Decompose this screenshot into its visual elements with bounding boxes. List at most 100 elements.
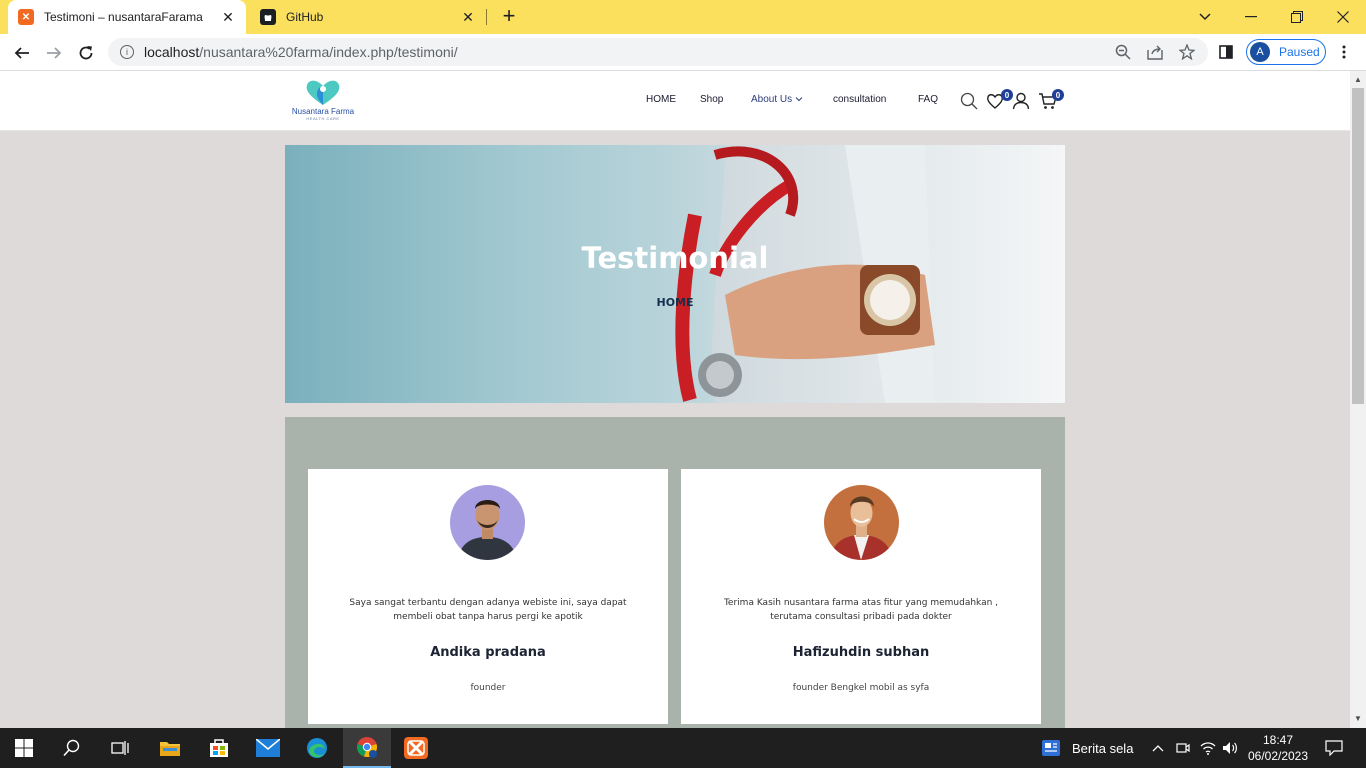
mail-icon — [256, 739, 280, 757]
chevron-up-icon — [1152, 745, 1164, 752]
close-icon[interactable]: ✕ — [460, 9, 476, 25]
mail-button[interactable] — [244, 728, 292, 768]
new-tab-button[interactable]: + — [497, 5, 521, 29]
scroll-down-arrow-icon[interactable]: ▼ — [1354, 714, 1362, 723]
share-icon[interactable] — [1146, 43, 1164, 61]
testimonial-avatar — [824, 485, 899, 560]
address-bar[interactable]: i localhost/nusantara%20farma/index.php/… — [108, 38, 1208, 66]
network-button[interactable] — [1200, 728, 1216, 768]
testimonial-avatar — [450, 485, 525, 560]
xampp-button[interactable] — [392, 728, 440, 768]
heart-logo-icon — [306, 80, 340, 105]
close-icon[interactable]: ✕ — [220, 9, 236, 25]
minimize-button[interactable] — [1228, 0, 1274, 34]
tab-testimoni[interactable]: ✕ Testimoni – nusantaraFarama ✕ — [8, 0, 246, 34]
cart-count-badge: 0 — [1052, 89, 1064, 101]
url-host: localhost — [144, 44, 200, 60]
github-icon — [260, 9, 276, 25]
profile-status: Paused — [1279, 45, 1320, 59]
scroll-up-arrow-icon[interactable]: ▲ — [1354, 75, 1362, 84]
nav-consultation[interactable]: consultation — [833, 94, 886, 108]
browser-toolbar: i localhost/nusantara%20farma/index.php/… — [0, 34, 1366, 71]
tray-overflow-button[interactable] — [1152, 728, 1164, 768]
reload-button[interactable] — [73, 40, 99, 66]
testimonials-section: Saya sangat terbantu dengan adanya webis… — [285, 417, 1065, 728]
url-path: /nusantara%20farma/index.php/testimoni/ — [199, 44, 458, 60]
restore-button[interactable] — [1274, 0, 1320, 34]
more-menu-icon[interactable] — [1335, 43, 1353, 61]
nav-home[interactable]: HOME — [646, 94, 676, 108]
file-explorer-button[interactable] — [146, 728, 194, 768]
news-widget[interactable]: Berita sela — [1042, 728, 1133, 768]
meet-now-button[interactable] — [1176, 728, 1190, 768]
testimonial-card: Saya sangat terbantu dengan adanya webis… — [308, 469, 668, 724]
speaker-icon — [1223, 742, 1237, 754]
side-panel-icon[interactable] — [1217, 43, 1235, 61]
news-icon — [1042, 740, 1060, 756]
hero-banner: Testimonial HOME — [285, 145, 1065, 403]
taskbar-clock[interactable]: 18:47 06/02/2023 — [1242, 732, 1314, 764]
site-info-icon[interactable]: i — [120, 45, 134, 59]
taskbar-search-button[interactable] — [48, 728, 96, 768]
camera-icon — [1176, 743, 1190, 753]
xampp-icon — [404, 737, 428, 759]
forward-button[interactable] — [41, 40, 67, 66]
profile-button[interactable]: A Paused — [1246, 39, 1326, 65]
nav-shop[interactable]: Shop — [700, 94, 723, 108]
testimonial-role: founder — [470, 683, 506, 693]
bookmark-star-icon[interactable] — [1178, 43, 1196, 61]
volume-button[interactable] — [1222, 728, 1238, 768]
hero-title: Testimonial — [581, 241, 769, 275]
edge-button[interactable] — [293, 728, 341, 768]
tab-github[interactable]: GitHub ✕ — [250, 0, 486, 34]
logo-tagline: HEALTH CARE — [306, 116, 340, 121]
search-icon — [63, 739, 80, 757]
back-button[interactable] — [9, 40, 35, 66]
chevron-down-icon — [795, 97, 803, 102]
edge-icon — [307, 738, 327, 758]
windows-taskbar: Berita sela 18:47 06/02/2023 — [0, 728, 1366, 768]
site-logo[interactable]: Nusantara Farma HEALTH CARE — [287, 77, 359, 125]
user-account-icon[interactable] — [1011, 91, 1031, 111]
nav-about-label: About Us — [751, 94, 793, 105]
page-viewport: Nusantara Farma HEALTH CARE HOME Shop Ab… — [0, 71, 1350, 728]
tab-title: GitHub — [286, 10, 324, 24]
tab-search-button[interactable] — [1182, 0, 1228, 34]
testimonial-card: Terima Kasih nusantara farma atas fitur … — [681, 469, 1041, 724]
nav-about-us[interactable]: About Us — [751, 94, 803, 108]
close-window-button[interactable] — [1320, 0, 1366, 34]
microsoft-store-button[interactable] — [195, 728, 243, 768]
task-view-button[interactable] — [96, 728, 144, 768]
chrome-icon — [357, 737, 377, 758]
wifi-icon — [1200, 742, 1216, 755]
chrome-button[interactable] — [343, 728, 391, 768]
testimonial-quote: Terima Kasih nusantara farma atas fitur … — [723, 598, 999, 622]
testimonial-quote: Saya sangat terbantu dengan adanya webis… — [349, 598, 627, 622]
xampp-icon: ✕ — [18, 9, 34, 25]
search-icon[interactable] — [959, 91, 979, 111]
task-view-icon — [111, 741, 129, 755]
logo-name: Nusantara Farma — [291, 107, 355, 116]
testimonial-name: Andika pradana — [430, 645, 546, 660]
page-scrollbar[interactable]: ▲ ▼ — [1350, 71, 1366, 728]
site-header: Nusantara Farma HEALTH CARE HOME Shop Ab… — [0, 71, 1350, 131]
scrollbar-thumb[interactable] — [1352, 88, 1364, 404]
zoom-icon[interactable] — [1114, 43, 1132, 61]
news-label: Berita sela — [1072, 740, 1134, 756]
testimonial-name: Hafizuhdin subhan — [792, 645, 930, 660]
tab-title: Testimoni – nusantaraFarama — [44, 10, 203, 24]
windows-logo-icon — [15, 739, 33, 757]
folder-icon — [160, 742, 180, 756]
browser-tab-strip: ✕ Testimoni – nusantaraFarama ✕ GitHub ✕… — [0, 0, 1366, 34]
store-icon — [210, 739, 228, 757]
start-button[interactable] — [0, 728, 48, 768]
tab-separator — [486, 9, 487, 25]
clock-date: 06/02/2023 — [1247, 749, 1309, 763]
nav-faq[interactable]: FAQ — [918, 94, 938, 108]
clock-time: 18:47 — [1262, 733, 1294, 747]
notifications-button[interactable] — [1325, 728, 1343, 768]
breadcrumb-home[interactable]: HOME — [285, 296, 1065, 309]
testimonial-role: founder Bengkel mobil as syfa — [792, 683, 930, 693]
avatar: A — [1250, 42, 1270, 62]
notification-icon — [1325, 740, 1343, 756]
